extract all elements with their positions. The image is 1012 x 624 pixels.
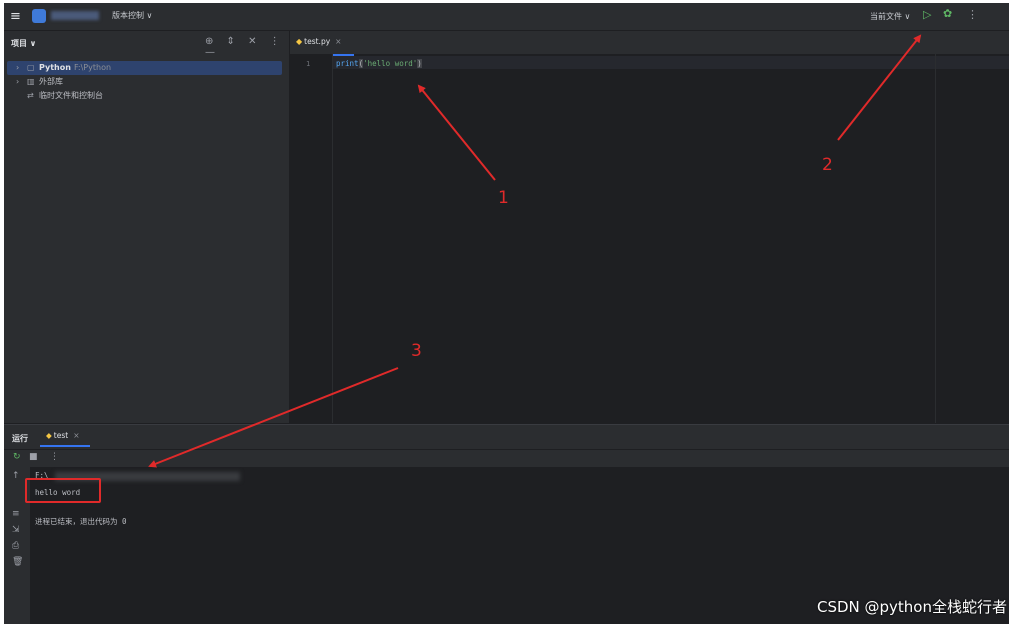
annotation-arrow-3 — [148, 367, 399, 468]
annotation-label-2: 2 — [822, 155, 833, 175]
annotation-arrows — [148, 34, 922, 468]
output-highlight-box — [25, 478, 101, 503]
annotation-label-1: 1 — [498, 188, 509, 208]
watermark: CSDN @python全栈蛇行者 — [816, 598, 1007, 616]
annotation-arrow-1 — [417, 84, 496, 181]
annotation-arrow-2 — [837, 34, 922, 141]
annotation-label-3: 3 — [411, 341, 422, 361]
